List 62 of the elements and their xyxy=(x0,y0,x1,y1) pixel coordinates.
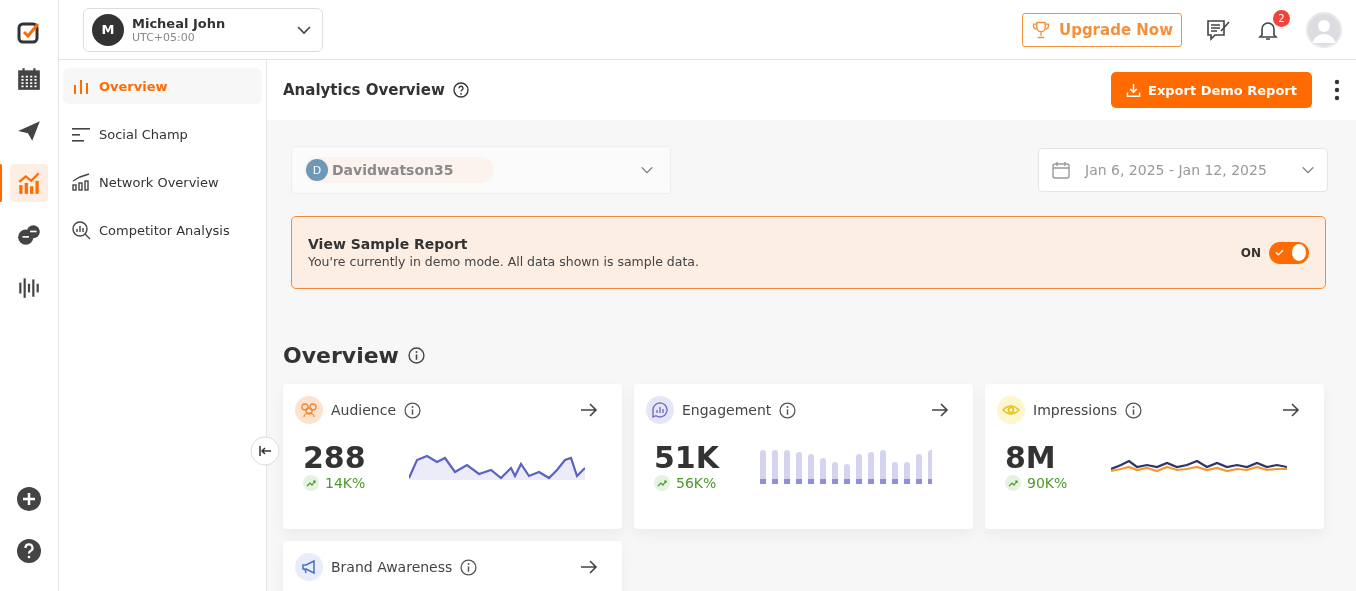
calendar-icon xyxy=(16,66,42,92)
banner-text: You're currently in demo mode. All data shown is sample data. xyxy=(308,254,700,269)
download-icon xyxy=(1126,82,1142,98)
info-icon[interactable] xyxy=(404,401,422,419)
eye-icon xyxy=(997,396,1025,424)
analytics-icon xyxy=(16,170,42,196)
check-icon xyxy=(1275,247,1285,258)
arrow-right-icon[interactable] xyxy=(580,559,598,575)
help-circle-icon[interactable] xyxy=(452,82,469,98)
trend-up-icon xyxy=(303,475,319,491)
note-edit-icon[interactable] xyxy=(1206,17,1232,42)
people-icon xyxy=(295,396,323,424)
sidebar-item[interactable]: Social Champ xyxy=(63,116,262,152)
info-icon[interactable] xyxy=(779,401,797,419)
account-selector[interactable]: M Micheal John UTC+05:00 xyxy=(83,7,323,52)
more-icon[interactable] xyxy=(1334,79,1340,101)
trend-up-icon xyxy=(1005,475,1021,491)
account-avatar: M xyxy=(92,13,124,46)
calendar-icon xyxy=(1051,160,1071,180)
metric-card[interactable]: Brand Awareness xyxy=(283,541,622,591)
arrow-right-icon[interactable] xyxy=(1282,402,1300,418)
trophy-icon xyxy=(1030,19,1051,40)
metric-value: 288 xyxy=(303,440,367,475)
info-icon[interactable] xyxy=(407,347,425,364)
toggle-label: ON xyxy=(1240,245,1261,260)
metric-card[interactable]: Engagement 51K 56K% xyxy=(634,384,973,529)
metric-change: 56K% xyxy=(676,475,717,491)
metric-card[interactable]: Audience 288 14K% xyxy=(283,384,622,529)
info-icon[interactable] xyxy=(1124,401,1142,419)
megaphone-icon xyxy=(295,553,323,581)
growth-chart-icon xyxy=(71,172,91,192)
metric-value: 51K xyxy=(654,440,721,475)
profile-avatar: D xyxy=(306,159,328,181)
metric-change: 90K% xyxy=(1027,475,1068,491)
metric-change: 14K% xyxy=(325,475,366,491)
card-title: Impressions xyxy=(1033,402,1117,418)
card-title: Engagement xyxy=(682,402,772,418)
logo-icon[interactable] xyxy=(17,20,41,44)
info-icon[interactable] xyxy=(460,558,478,576)
banner-title: View Sample Report xyxy=(308,236,469,252)
account-timezone: UTC+05:00 xyxy=(132,30,195,44)
section-title: Overview xyxy=(283,343,399,368)
toggle-switch[interactable] xyxy=(1269,241,1309,264)
card-title: Audience xyxy=(331,402,397,418)
account-name: Micheal John xyxy=(132,15,227,31)
collapse-icon[interactable] xyxy=(250,436,280,466)
sidebar-item[interactable]: Network Overview xyxy=(63,164,262,200)
chat-icon xyxy=(16,222,42,248)
arrow-right-icon[interactable] xyxy=(931,402,949,418)
metric-card[interactable]: Impressions 8M 90K% xyxy=(985,384,1324,529)
add-icon[interactable] xyxy=(17,487,41,511)
metric-value: 8M xyxy=(1005,440,1057,475)
chat-bubble-icon xyxy=(646,396,674,424)
help-icon[interactable] xyxy=(17,539,41,563)
card-title: Brand Awareness xyxy=(331,559,453,575)
sidebar-item[interactable]: Competitor Analysis xyxy=(63,212,262,248)
magnifier-chart-icon xyxy=(71,220,91,240)
notification-count: 2 xyxy=(1273,9,1290,27)
page-title: Analytics Overview xyxy=(283,81,445,99)
arrow-right-icon[interactable] xyxy=(580,402,598,418)
trend-up-icon xyxy=(654,475,670,491)
profile-chip: D Davidwatson35 xyxy=(304,157,494,183)
